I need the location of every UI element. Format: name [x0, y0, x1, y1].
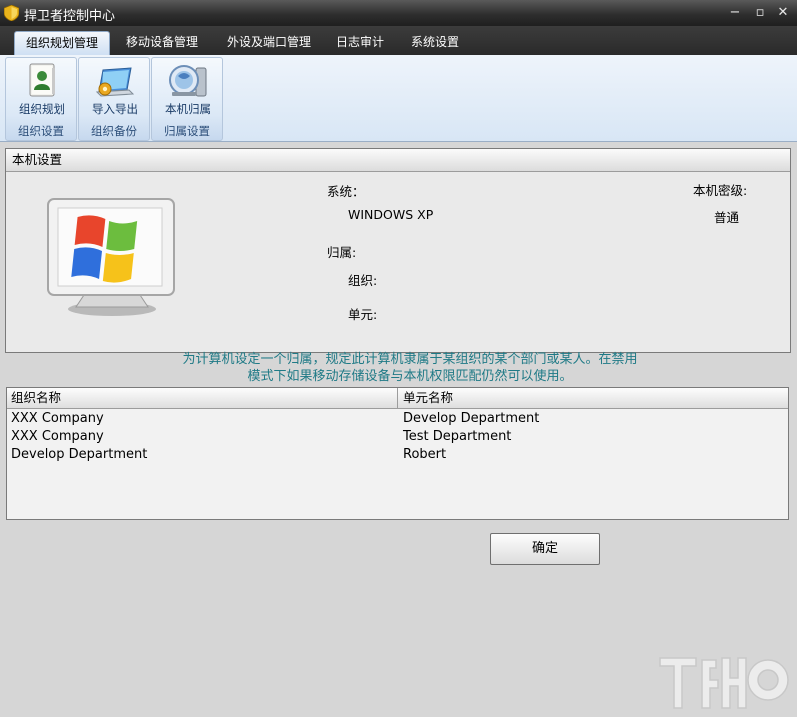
- local-belong-label: 本机归属: [165, 102, 211, 116]
- tab-mobile-devices[interactable]: 移动设备管理: [112, 31, 212, 54]
- table-row[interactable]: XXX Company Test Department: [7, 428, 788, 446]
- ribbon-group-org-settings: 组织规划 组织设置: [5, 57, 77, 141]
- local-settings-header: 本机设置: [6, 149, 790, 172]
- tab-peripherals-ports[interactable]: 外设及端口管理: [212, 31, 326, 54]
- org-plan-label: 组织规划: [19, 102, 65, 116]
- maximize-button[interactable]: ▫: [751, 5, 769, 21]
- system-label: 系统：: [327, 184, 365, 199]
- system-value: WINDOWS XP: [348, 207, 434, 222]
- cell-unit-name: Robert: [403, 447, 447, 462]
- watermark-logo: [659, 657, 789, 709]
- group-label-org-settings: 组织设置: [18, 124, 64, 138]
- group-label-org-backup: 组织备份: [91, 124, 137, 138]
- import-export-icon: [95, 67, 135, 97]
- tab-system-settings[interactable]: 系统设置: [396, 31, 474, 54]
- org-plan-button[interactable]: 组织规划: [10, 60, 74, 118]
- table-row[interactable]: XXX Company Develop Department: [7, 410, 788, 428]
- table-header: 组织名称 单元名称: [7, 388, 788, 409]
- column-header-org-name[interactable]: 组织名称: [7, 388, 398, 408]
- cell-unit-name: Develop Department: [403, 411, 540, 426]
- cell-org-name: Develop Department: [11, 447, 148, 462]
- cell-org-name: XXX Company: [11, 411, 104, 426]
- belong-label: 归属:: [327, 245, 357, 260]
- local-belong-icon: [169, 65, 207, 97]
- window-title: 捍卫者控制中心: [24, 9, 116, 24]
- hint-line-2: 模式下如果移动存储设备与本机权限匹配仍然可以使用。: [247, 369, 573, 384]
- org-plan-icon: [29, 63, 55, 97]
- cell-unit-name: Test Department: [403, 429, 512, 444]
- minimize-button[interactable]: −: [726, 5, 744, 21]
- ribbon-group-org-backup: 导入导出 组织备份: [78, 57, 150, 141]
- group-label-belong-settings: 归属设置: [164, 124, 210, 138]
- close-button[interactable]: ✕: [774, 5, 792, 21]
- title-bar: 捍卫者控制中心 − ▫ ✕: [0, 0, 797, 26]
- column-header-unit-name[interactable]: 单元名称: [399, 388, 783, 408]
- tab-org-planning[interactable]: 组织规划管理: [14, 31, 110, 55]
- unit-label: 单元:: [348, 307, 378, 322]
- computer-monitor-icon: [47, 198, 175, 316]
- confirm-button[interactable]: 确定: [490, 533, 600, 565]
- hint-line-1: 为计算机设定一个归属，规定此计算机隶属于某组织的某个部门或某人。在禁用: [182, 352, 638, 367]
- ribbon-group-belong-settings: 本机归属 归属设置: [151, 57, 223, 141]
- cell-org-name: XXX Company: [11, 429, 104, 444]
- tab-log-audit[interactable]: 日志审计: [324, 31, 396, 54]
- org-label: 组织:: [348, 273, 378, 288]
- org-unit-table: 组织名称 单元名称 XXX Company Develop Department…: [6, 387, 789, 520]
- ribbon: 组织规划 组织设置 导入导出 组织备份 本机归属 归属设置: [0, 55, 797, 142]
- local-settings-panel: 本机设置 系统： WINDOWS XP 本机密级: 普通 归属: 组织: 单元:: [5, 148, 791, 353]
- table-row[interactable]: Develop Department Robert: [7, 446, 788, 464]
- shield-icon: [4, 5, 19, 21]
- security-level-value: 普通: [714, 210, 740, 225]
- local-belong-button[interactable]: 本机归属: [156, 60, 220, 118]
- belong-hint-text: 为计算机设定一个归属，规定此计算机隶属于某组织的某个部门或某人。在禁用 模式下如…: [130, 351, 690, 385]
- tab-strip: 组织规划管理 移动设备管理 外设及端口管理 日志审计 系统设置: [0, 26, 797, 55]
- security-level-label: 本机密级:: [693, 183, 748, 198]
- import-export-button[interactable]: 导入导出: [83, 60, 147, 118]
- import-export-label: 导入导出: [92, 102, 138, 116]
